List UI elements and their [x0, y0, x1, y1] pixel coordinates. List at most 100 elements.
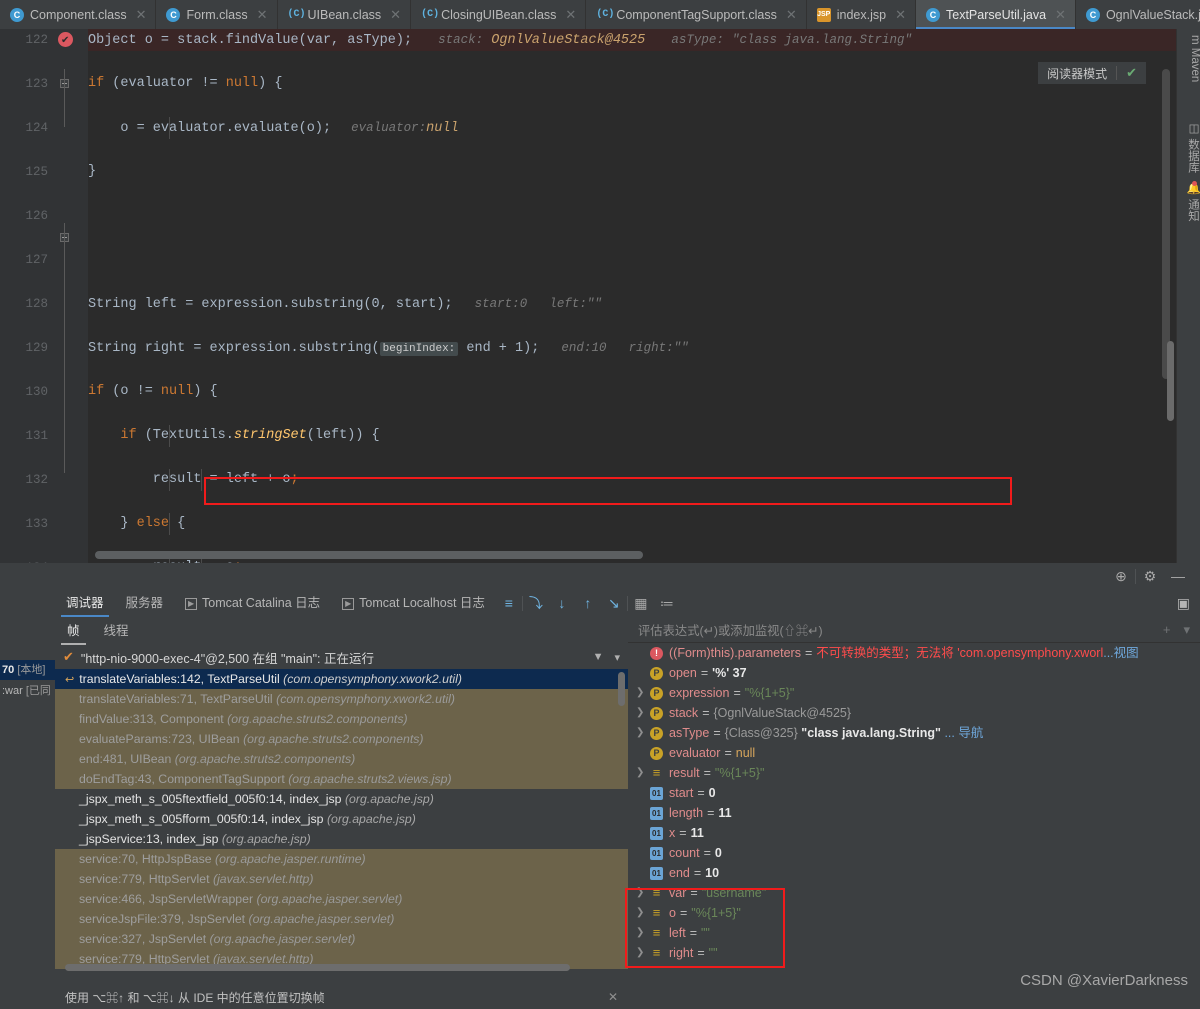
tab-server[interactable]: 服务器	[115, 589, 175, 617]
variable-row[interactable]: 01 end = 10	[628, 863, 1200, 883]
expand-chevron-icon[interactable]: ❯	[636, 723, 650, 743]
frame-row[interactable]: evaluateParams:723, UIBean (org.apache.s…	[55, 729, 628, 749]
variable-row[interactable]: 01 count = 0	[628, 843, 1200, 863]
editor-scrollbar-track[interactable]	[1162, 69, 1170, 379]
code-line-126[interactable]: 126	[0, 205, 1176, 227]
frame-row[interactable]: _jspService:13, index_jsp (org.apache.js…	[55, 829, 628, 849]
frame-row[interactable]: service:327, JspServlet (org.apache.jasp…	[55, 929, 628, 949]
code-line-123[interactable]: 123 if (evaluator != null) {	[0, 73, 1176, 95]
code-line-128[interactable]: 128 String left = expression.substring(0…	[0, 293, 1176, 315]
close-icon[interactable]: ✕	[786, 7, 797, 23]
variable-row[interactable]: ! ((Form)this).parameters = 不可转换的类型；无法将 …	[628, 643, 1200, 663]
run-config-label-2[interactable]: :war [已同	[0, 681, 55, 701]
code-editor[interactable]: 122 Object o = stack.findValue(var, asTy…	[0, 29, 1176, 563]
close-icon[interactable]: ✕	[565, 7, 576, 23]
call-stack-frames-list[interactable]: ↩ translateVariables:142, TextParseUtil (…	[55, 669, 628, 975]
variable-row[interactable]: 01 x = 11	[628, 823, 1200, 843]
evaluate-expression-icon[interactable]: ▦	[628, 589, 654, 617]
code-line-129[interactable]: 129 String right = expression.substring(…	[0, 337, 1176, 359]
tab-tomcat-catalina-log[interactable]: ▶ Tomcat Catalina 日志	[174, 589, 331, 617]
frame-row[interactable]: doEndTag:43, ComponentTagSupport (org.ap…	[55, 769, 628, 789]
frames-scrollbar[interactable]	[618, 672, 625, 706]
tab-uibean-class[interactable]: (C) UIBean.class ✕	[278, 0, 412, 29]
minimize-icon[interactable]: —	[1164, 568, 1192, 584]
frame-row[interactable]: _jspx_meth_s_005fform_005f0:14, index_js…	[55, 809, 628, 829]
chevron-down-icon[interactable]: ▾	[614, 651, 620, 664]
code-line-131[interactable]: 131 if (TextUtils.stringSet(left)) {	[0, 425, 1176, 447]
run-config-label-1[interactable]: 70 [本地]	[0, 660, 55, 680]
step-over-icon[interactable]: ⤵	[523, 589, 549, 617]
filter-icon[interactable]: ▼	[593, 651, 604, 664]
code-line-127[interactable]: 127	[0, 249, 1176, 271]
show-execution-point-icon[interactable]: ≡	[496, 589, 522, 617]
tab-componenttagsupport-class[interactable]: (C) ComponentTagSupport.class ✕	[586, 0, 807, 29]
variables-list[interactable]: ! ((Form)this).parameters = 不可转换的类型；无法将 …	[628, 643, 1200, 975]
variable-row[interactable]: P evaluator = null	[628, 743, 1200, 763]
variable-row[interactable]: ❯ ≡ left = ""	[628, 923, 1200, 943]
variable-row[interactable]: ❯ ≡ o = "%{1+5}"	[628, 903, 1200, 923]
frames-horizontal-scrollbar[interactable]	[65, 964, 570, 971]
variable-row[interactable]: 01 start = 0	[628, 783, 1200, 803]
step-into-icon[interactable]: ↓	[549, 589, 575, 617]
tab-index-jsp[interactable]: JSP index.jsp ✕	[807, 0, 916, 29]
tab-textparseutil-java[interactable]: C TextParseUtil.java ✕	[916, 0, 1076, 29]
code-line-133[interactable]: 133 } else {	[0, 513, 1176, 535]
close-icon[interactable]: ✕	[390, 7, 401, 23]
variable-row[interactable]: ❯ ≡ result = "%{1+5}"	[628, 763, 1200, 783]
tab-threads[interactable]: 线程	[92, 617, 141, 645]
editor-scrollbar-thumb[interactable]	[1167, 341, 1174, 421]
tab-frames[interactable]: 帧	[55, 617, 92, 645]
expand-chevron-icon[interactable]: ❯	[636, 683, 650, 703]
tab-form-class[interactable]: C Form.class ✕	[156, 0, 278, 29]
variable-row[interactable]: ❯ ≡ right = ""	[628, 943, 1200, 963]
frame-row[interactable]: ↩ translateVariables:142, TextParseUtil (…	[55, 669, 628, 689]
variable-row[interactable]: ❯ ≡ var = "username"	[628, 883, 1200, 903]
settings-gear-icon[interactable]: ⚙	[1136, 568, 1164, 585]
frame-row[interactable]: service:466, JspServletWrapper (org.apac…	[55, 889, 628, 909]
close-icon[interactable]: ✕	[1055, 7, 1066, 23]
variable-row[interactable]: ❯ P stack = {OgnlValueStack@4525}	[628, 703, 1200, 723]
expand-chevron-icon[interactable]: ❯	[636, 943, 650, 963]
variable-row[interactable]: ❯ P expression = "%{1+5}"	[628, 683, 1200, 703]
variable-row[interactable]: ❯ P asType = {Class@325} "class java.lan…	[628, 723, 1200, 743]
close-icon[interactable]: ✕	[136, 7, 147, 23]
add-watch-icon[interactable]: +	[1163, 622, 1171, 638]
tab-tomcat-localhost-log[interactable]: ▶ Tomcat Localhost 日志	[331, 589, 496, 617]
evaluate-expression-input[interactable]: 评估表达式(↵)或添加监视(⇧⌘↵) + ▾	[628, 617, 1200, 643]
tab-component-class[interactable]: C Component.class ✕	[0, 0, 157, 29]
code-line-122[interactable]: 122 Object o = stack.findValue(var, asTy…	[0, 29, 1176, 53]
force-step-into-icon[interactable]: ↘	[601, 589, 627, 617]
expand-chevron-icon[interactable]: ❯	[636, 883, 650, 903]
inspection-ok-icon[interactable]: ✔	[1126, 65, 1137, 81]
variable-navigate-link[interactable]: ... 导航	[944, 723, 983, 743]
close-icon[interactable]: ✕	[608, 990, 618, 1004]
frame-row[interactable]: serviceJspFile:379, JspServlet (org.apac…	[55, 909, 628, 929]
tab-debugger[interactable]: 调试器	[55, 589, 115, 617]
code-line-132[interactable]: 132 result = left + o;	[0, 469, 1176, 491]
close-icon[interactable]: ✕	[895, 7, 906, 23]
tool-button-database[interactable]: ◫ 数据库	[1177, 121, 1200, 173]
frame-row[interactable]: end:481, UIBean (org.apache.struts2.comp…	[55, 749, 628, 769]
tab-closinguibean-class[interactable]: (C) ClosingUIBean.class ✕	[411, 0, 587, 29]
restore-layout-icon[interactable]: ▣	[1177, 595, 1200, 612]
step-out-icon[interactable]: ↑	[575, 589, 601, 617]
variable-extra-link[interactable]: ...视图	[1103, 643, 1138, 663]
tab-ognlvaluestack-java[interactable]: C OgnlValueStack.java ✕	[1076, 0, 1200, 29]
breakpoint-icon[interactable]	[58, 31, 73, 53]
frame-row[interactable]: service:779, HttpServlet (javax.servlet.…	[55, 869, 628, 889]
variable-row[interactable]: P open = '%' 37	[628, 663, 1200, 683]
code-line-125[interactable]: 125 }	[0, 161, 1176, 242]
frame-row[interactable]: _jspx_meth_s_005ftextfield_005f0:14, ind…	[55, 789, 628, 809]
expand-chevron-icon[interactable]: ❯	[636, 923, 650, 943]
expand-chevron-icon[interactable]: ❯	[636, 703, 650, 723]
tool-button-notifications[interactable]: 🔔 通知	[1177, 181, 1200, 221]
thread-selector[interactable]: ✔ "http-nio-9000-exec-4"@2,500 在组 "main"…	[55, 645, 628, 669]
code-line-130[interactable]: 130 if (o != null) {	[0, 381, 1176, 403]
frame-row[interactable]: service:70, HttpJspBase (org.apache.jasp…	[55, 849, 628, 869]
expand-chevron-icon[interactable]: ❯	[636, 903, 650, 923]
tool-button-maven[interactable]: m Maven	[1177, 35, 1200, 82]
target-icon[interactable]: ⊕	[1107, 568, 1135, 585]
variable-row[interactable]: 01 length = 11	[628, 803, 1200, 823]
editor-horizontal-scrollbar[interactable]	[95, 551, 643, 559]
layout-settings-icon[interactable]: ≔	[654, 589, 680, 617]
